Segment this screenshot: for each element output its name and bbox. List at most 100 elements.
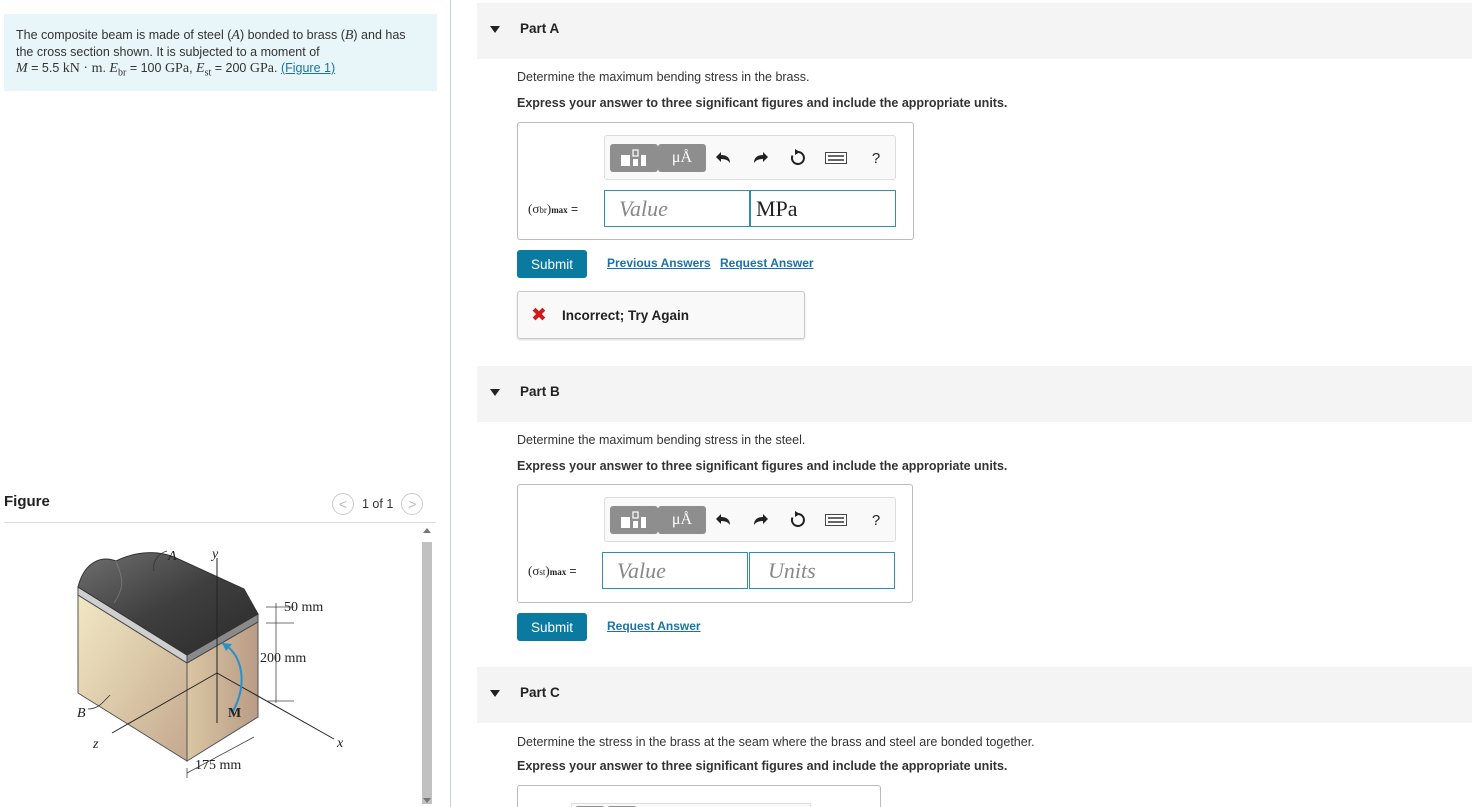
templates-button[interactable] [610, 144, 658, 172]
moment-symbol: M [16, 61, 28, 76]
reset-icon[interactable] [788, 510, 808, 530]
problem-text: ) bonded to brass ( [239, 28, 345, 42]
label-M: M [228, 706, 241, 721]
undo-icon[interactable] [714, 148, 734, 168]
figure-scrollbar[interactable] [420, 526, 434, 807]
part-c-toolbar [571, 803, 811, 807]
keyboard-icon[interactable] [824, 510, 848, 530]
est-symbol: E [196, 61, 205, 76]
equals-sign: = [569, 564, 577, 578]
part-a-value-input[interactable]: Value [604, 190, 750, 227]
undo-icon[interactable] [714, 510, 734, 530]
part-a-request-answer-link[interactable]: Request Answer [720, 256, 814, 270]
previous-answers-link[interactable]: Previous Answers [607, 256, 711, 270]
moment-value: = 5.5 [31, 61, 60, 75]
part-a-toolbar: μÅ ? [604, 135, 896, 180]
error-x-icon: ✖ [531, 305, 547, 326]
label-z: z [92, 737, 99, 752]
next-figure-button[interactable]: > [401, 493, 424, 515]
ebr-sub: br [117, 67, 127, 79]
help-icon[interactable]: ? [866, 148, 886, 168]
label-A: A [167, 549, 177, 564]
figure-area: A y 50 mm 200 mm B M z x 175 mm [4, 522, 436, 807]
chevron-left-icon: < [338, 496, 348, 512]
templates-icon [621, 149, 646, 166]
part-a-instruction: Express your answer to three significant… [517, 96, 1008, 110]
units-button[interactable]: μÅ [658, 506, 706, 534]
scroll-up-icon[interactable] [423, 528, 431, 533]
part-b-unit-input[interactable]: Units [749, 552, 895, 589]
redo-icon[interactable] [750, 148, 770, 168]
figure-link[interactable]: (Figure 1) [281, 61, 335, 75]
left-panel: The composite beam is made of steel ( A ) … [0, 0, 450, 807]
label-200mm: 200 mm [260, 651, 306, 666]
var-sigma: (σ [528, 201, 540, 216]
keyboard-icon[interactable] [824, 148, 848, 168]
part-a-feedback: ✖ Incorrect; Try Again [517, 291, 805, 339]
part-b-instruction: Express your answer to three significant… [517, 459, 1008, 473]
units-icon: μÅ [671, 149, 693, 166]
var-sub: br [539, 205, 547, 215]
beam-figure: A y 50 mm 200 mm B M z x 175 mm [77, 547, 344, 778]
figure-pager: < 1 of 1 > [332, 493, 424, 515]
part-c-instruction: Express your answer to three significant… [517, 759, 1008, 773]
redo-icon[interactable] [750, 510, 770, 530]
gpa-unit: GPa [249, 61, 274, 76]
part-b-answer-box: μÅ ? (σst)max = Value Units [517, 484, 913, 603]
part-b-variable: (σst)max = [528, 563, 576, 579]
var-sigma: (σ [528, 563, 540, 578]
part-c-answer-box [517, 785, 881, 807]
help-symbol: ? [871, 149, 881, 167]
ebr-symbol: E [109, 61, 118, 76]
part-a-prompt: Determine the maximum bending stress in … [517, 70, 810, 84]
chevron-right-icon: > [408, 496, 417, 512]
gpa-unit: GPa [164, 61, 190, 76]
templates-button[interactable] [610, 506, 658, 534]
scroll-thumb[interactable] [422, 542, 432, 804]
help-icon[interactable]: ? [866, 510, 886, 530]
caret-down-icon [490, 26, 500, 33]
label-y: y [210, 547, 219, 562]
part-b-title: Part B [520, 384, 560, 399]
label-x: x [336, 736, 344, 751]
units-icon: μÅ [671, 511, 693, 528]
figure-count: 1 of 1 [362, 497, 394, 511]
part-a-submit-button[interactable]: Submit [517, 250, 587, 278]
label-B: B [77, 706, 86, 721]
moment-unit: kN · m [62, 61, 103, 76]
caret-down-icon [490, 690, 500, 697]
part-b-request-answer-link[interactable]: Request Answer [607, 619, 701, 633]
est-value: = 200 [214, 61, 247, 75]
right-panel: Part A Determine the maximum bending str… [451, 0, 1472, 807]
part-a-variable: (σbr)max = [528, 201, 578, 217]
ebr-value: = 100 [129, 61, 162, 75]
help-symbol: ? [871, 511, 881, 529]
problem-statement: The composite beam is made of steel (A) … [4, 14, 437, 91]
est-sub: st [204, 67, 212, 79]
reset-icon[interactable] [788, 148, 808, 168]
templates-icon [621, 511, 646, 528]
part-b-prompt: Determine the maximum bending stress in … [517, 433, 806, 447]
part-a-header[interactable]: Part A [477, 3, 1472, 59]
part-b-submit-button[interactable]: Submit [517, 613, 587, 641]
caret-down-icon [490, 389, 500, 396]
part-a-answer-box: μÅ ? (σbr)max = Value MPa [517, 122, 914, 240]
equals-sign: = [570, 202, 578, 216]
units-button[interactable]: μÅ [658, 144, 706, 172]
var-max: max [551, 205, 568, 215]
part-c-header[interactable]: Part C [477, 667, 1472, 723]
part-a-unit-input[interactable]: MPa [750, 190, 896, 227]
label-50mm: 50 mm [284, 600, 323, 615]
feedback-text: Incorrect; Try Again [562, 308, 690, 323]
part-c-prompt: Determine the stress in the brass at the… [517, 735, 1035, 749]
part-c-title: Part C [520, 685, 560, 700]
var-max: max [549, 567, 567, 577]
label-175mm: 175 mm [195, 758, 241, 773]
part-b-header[interactable]: Part B [477, 366, 1472, 422]
prev-figure-button[interactable]: < [332, 493, 354, 515]
scroll-down-icon[interactable] [423, 798, 431, 803]
problem-text: The composite beam is made of steel ( [16, 28, 232, 42]
part-b-value-input[interactable]: Value [602, 552, 748, 589]
figure-title: Figure [4, 493, 50, 510]
part-b-toolbar: μÅ ? [604, 497, 896, 542]
